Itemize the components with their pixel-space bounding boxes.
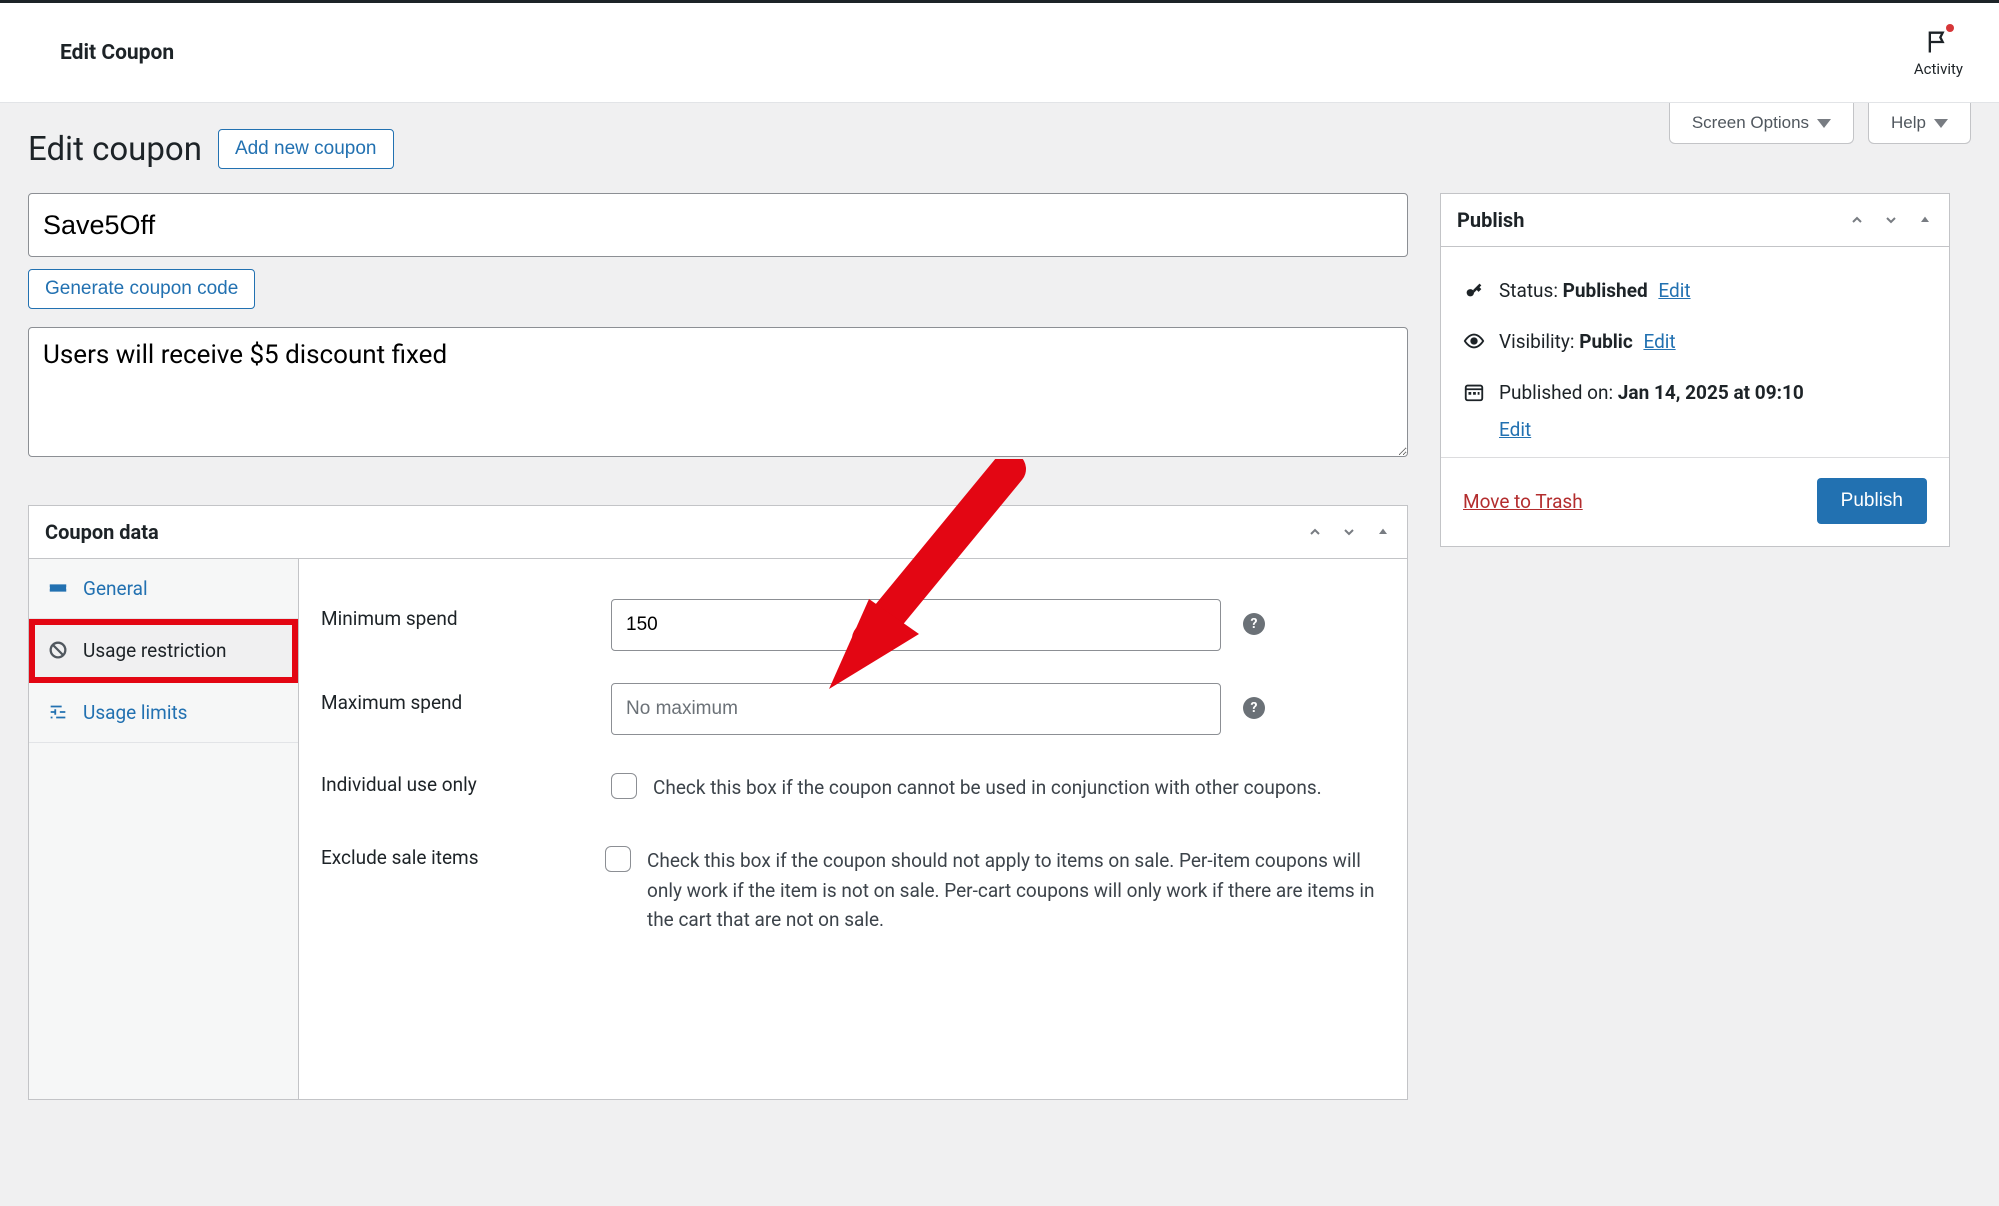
tab-general[interactable]: General <box>29 559 298 619</box>
calendar-icon <box>1463 381 1485 403</box>
visibility-label: Visibility: <box>1499 330 1574 353</box>
page-title: Edit coupon <box>28 130 202 169</box>
individual-use-label: Individual use only <box>321 773 611 796</box>
admin-page-title: Edit Coupon <box>60 41 174 65</box>
screen-options-button[interactable]: Screen Options <box>1669 103 1854 144</box>
chevron-down-icon[interactable] <box>1341 524 1357 540</box>
tab-usage-limits[interactable]: Usage limits <box>29 683 298 743</box>
tab-usage-limits-label: Usage limits <box>83 701 187 724</box>
max-spend-label: Maximum spend <box>321 683 611 714</box>
admin-top-bar: Edit Coupon Activity <box>0 3 1999 103</box>
sliders-icon <box>47 701 69 721</box>
coupon-data-panel: Coupon data General <box>28 505 1408 1100</box>
coupon-description-input[interactable] <box>28 327 1408 457</box>
visibility-edit-link[interactable]: Edit <box>1643 330 1675 353</box>
chevron-down-icon <box>1817 119 1831 128</box>
activity-button[interactable]: Activity <box>1914 28 1969 78</box>
individual-use-checkbox[interactable] <box>611 773 637 799</box>
prohibit-icon <box>47 639 69 659</box>
individual-use-desc: Check this box if the coupon cannot be u… <box>653 773 1322 802</box>
screen-options-label: Screen Options <box>1692 113 1809 133</box>
coupon-code-input[interactable] <box>28 193 1408 257</box>
key-icon <box>1463 279 1485 301</box>
coupon-data-title: Coupon data <box>45 520 159 544</box>
coupon-data-tabs: General Usage restriction <box>29 559 299 1099</box>
help-button[interactable]: Help <box>1868 103 1971 144</box>
add-new-coupon-button[interactable]: Add new coupon <box>218 129 394 169</box>
exclude-sale-label: Exclude sale items <box>321 846 605 869</box>
eye-icon <box>1463 330 1485 352</box>
publish-title: Publish <box>1457 208 1524 232</box>
tab-usage-restriction[interactable]: Usage restriction <box>29 619 298 683</box>
status-value: Published <box>1563 279 1648 302</box>
published-on-label: Published on: <box>1499 381 1613 404</box>
chevron-up-icon[interactable] <box>1307 524 1323 540</box>
caret-up-icon[interactable] <box>1917 212 1933 228</box>
help-icon[interactable]: ? <box>1243 697 1265 719</box>
published-on-edit-link[interactable]: Edit <box>1463 418 1927 441</box>
max-spend-input[interactable] <box>611 683 1221 735</box>
ticket-icon <box>47 577 69 597</box>
chevron-down-icon[interactable] <box>1883 212 1899 228</box>
published-on-value: Jan 14, 2025 at 09:10 <box>1618 381 1804 404</box>
generate-coupon-code-button[interactable]: Generate coupon code <box>28 269 255 309</box>
help-label: Help <box>1891 113 1926 133</box>
tab-general-label: General <box>83 577 148 600</box>
publish-button[interactable]: Publish <box>1817 478 1927 524</box>
chevron-up-icon[interactable] <box>1849 212 1865 228</box>
visibility-value: Public <box>1579 330 1633 353</box>
min-spend-label: Minimum spend <box>321 599 611 630</box>
move-to-trash-link[interactable]: Move to Trash <box>1463 490 1583 513</box>
status-label: Status: <box>1499 279 1558 302</box>
activity-label: Activity <box>1914 60 1963 78</box>
chevron-down-icon <box>1934 119 1948 128</box>
help-icon[interactable]: ? <box>1243 613 1265 635</box>
status-edit-link[interactable]: Edit <box>1658 279 1690 302</box>
publish-panel: Publish Status: Published <box>1440 193 1950 547</box>
exclude-sale-checkbox[interactable] <box>605 846 631 872</box>
tab-usage-restriction-label: Usage restriction <box>83 639 226 662</box>
caret-up-icon[interactable] <box>1375 524 1391 540</box>
exclude-sale-desc: Check this box if the coupon should not … <box>647 846 1385 934</box>
flag-icon <box>1924 28 1952 56</box>
screen-meta-links: Screen Options Help <box>1669 103 1971 144</box>
min-spend-input[interactable] <box>611 599 1221 651</box>
